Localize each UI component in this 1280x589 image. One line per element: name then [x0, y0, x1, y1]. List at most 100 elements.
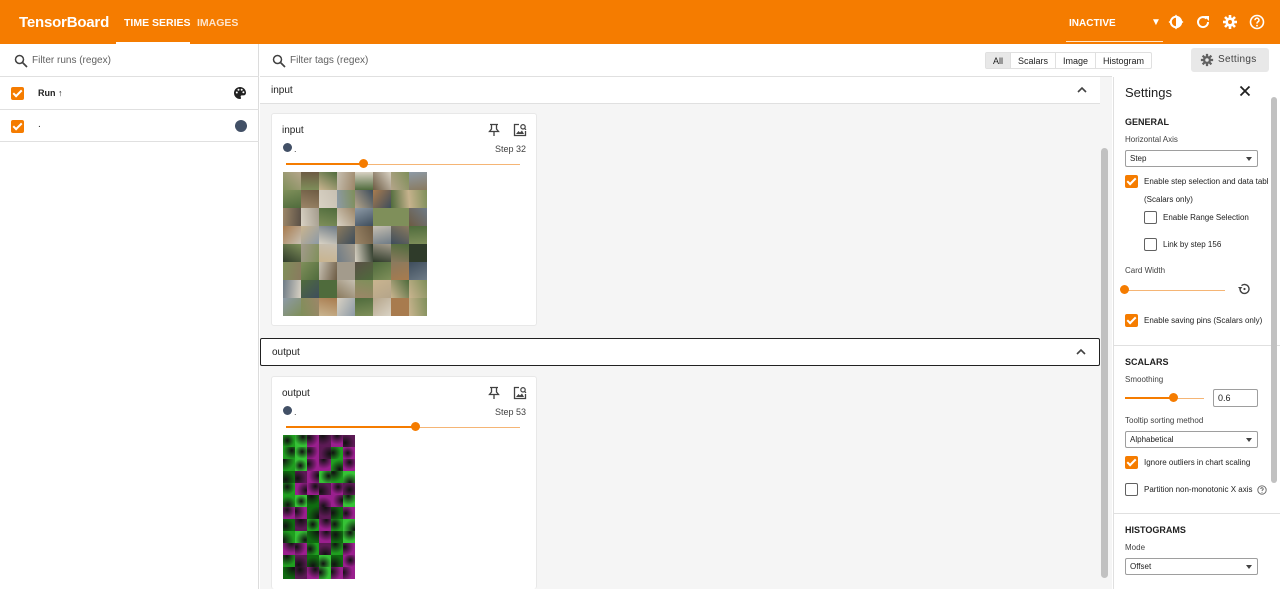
run-column-header[interactable]: Run ↑	[38, 88, 63, 98]
tab-images[interactable]: IMAGES	[197, 17, 238, 29]
image-thumbnail	[409, 172, 427, 190]
run-row[interactable]: .	[0, 110, 259, 142]
settings-scrollbar[interactable]	[1271, 97, 1277, 483]
image-thumbnail	[301, 208, 319, 226]
plugin-status-select[interactable]: INACTIVE	[1069, 18, 1116, 29]
dropdown-arrow-icon	[1246, 438, 1252, 442]
feature-map-thumbnail	[307, 435, 319, 447]
link-by-step-checkbox[interactable]	[1144, 238, 1157, 251]
feature-map-thumbnail	[331, 555, 343, 567]
step-slider-knob[interactable]	[359, 159, 368, 168]
help-icon[interactable]	[1257, 485, 1267, 495]
image-thumbnail	[319, 226, 337, 244]
feature-map-thumbnail	[295, 543, 307, 555]
filter-all-button[interactable]: All	[986, 53, 1011, 68]
feature-map-thumbnail	[343, 495, 355, 507]
card-step-label: Step 32	[494, 144, 526, 154]
horizontal-axis-select[interactable]: Step	[1125, 150, 1258, 167]
search-icon	[272, 54, 286, 68]
card-width-slider-track[interactable]	[1125, 290, 1225, 291]
image-thumbnail	[391, 244, 409, 262]
feature-map-thumbnail	[307, 471, 319, 483]
run-name: .	[38, 119, 41, 130]
gear-icon[interactable]	[1222, 14, 1238, 30]
feature-map-thumbnail	[283, 531, 295, 543]
feature-map-thumbnail	[331, 531, 343, 543]
feature-map-thumbnail	[331, 567, 343, 579]
image-sample-input[interactable]	[283, 172, 427, 316]
smoothing-label: Smoothing	[1125, 375, 1164, 384]
feature-map-thumbnail	[295, 447, 307, 459]
group-header-output[interactable]: output	[260, 338, 1100, 366]
feature-map-thumbnail	[295, 459, 307, 471]
histogram-mode-select[interactable]: Offset	[1125, 558, 1258, 575]
image-thumbnail	[373, 190, 391, 208]
smoothing-slider-knob[interactable]	[1169, 393, 1178, 402]
image-thumbnail	[337, 226, 355, 244]
feature-map-thumbnail	[343, 435, 355, 447]
run-color-dot	[283, 143, 292, 152]
feature-map-thumbnail	[283, 519, 295, 531]
reload-icon[interactable]	[1195, 14, 1211, 30]
feature-map-thumbnail	[319, 519, 331, 531]
tab-time-series[interactable]: TIME SERIES	[124, 17, 191, 29]
chevron-down-icon[interactable]: ▼	[1151, 17, 1161, 28]
group-header-input[interactable]: input	[260, 77, 1100, 104]
enable-step-selection-checkbox[interactable]	[1125, 175, 1138, 188]
image-thumbnail	[301, 190, 319, 208]
run-color-swatch[interactable]	[235, 120, 247, 132]
image-search-icon[interactable]	[513, 123, 527, 137]
feature-map-thumbnail	[307, 519, 319, 531]
section-heading-histograms: HISTOGRAMS	[1125, 525, 1186, 535]
palette-icon[interactable]	[233, 86, 247, 100]
image-sample-output[interactable]	[283, 435, 355, 579]
filter-image-button[interactable]: Image	[1055, 53, 1095, 68]
feature-map-thumbnail	[331, 543, 343, 555]
smoothing-input[interactable]: 0.6	[1213, 389, 1258, 407]
help-icon[interactable]	[1249, 14, 1265, 30]
settings-title: Settings	[1125, 85, 1172, 100]
card-width-slider-knob[interactable]	[1120, 285, 1129, 294]
step-slider-knob[interactable]	[411, 422, 420, 431]
partition-x-axis-checkbox[interactable]	[1125, 483, 1138, 496]
image-thumbnail	[355, 208, 373, 226]
pin-icon[interactable]	[487, 123, 501, 137]
feature-map-thumbnail	[331, 459, 343, 471]
filter-scalars-button[interactable]: Scalars	[1010, 53, 1055, 68]
tooltip-sort-select[interactable]: Alphabetical	[1125, 431, 1258, 448]
tag-filter-input[interactable]: Filter tags (regex)	[290, 55, 368, 66]
pin-icon[interactable]	[487, 386, 501, 400]
feature-map-thumbnail	[283, 567, 295, 579]
image-thumbnail	[355, 244, 373, 262]
image-thumbnail	[283, 298, 301, 316]
runs-filter-input[interactable]: Filter runs (regex)	[32, 55, 111, 66]
chevron-up-icon[interactable]	[1077, 86, 1087, 94]
image-thumbnail	[373, 280, 391, 298]
reset-icon[interactable]	[1237, 282, 1251, 296]
feature-map-thumbnail	[343, 555, 355, 567]
image-thumbnail	[319, 298, 337, 316]
filter-histogram-button[interactable]: Histogram	[1095, 53, 1151, 68]
enable-saving-pins-checkbox[interactable]	[1125, 314, 1138, 327]
settings-button[interactable]: Settings	[1191, 48, 1269, 72]
dark-mode-icon[interactable]	[1168, 14, 1184, 30]
enable-range-selection-checkbox[interactable]	[1144, 211, 1157, 224]
image-thumbnail	[409, 190, 427, 208]
feature-map-thumbnail	[331, 519, 343, 531]
image-thumbnail	[355, 298, 373, 316]
chevron-up-icon[interactable]	[1076, 348, 1086, 356]
run-checkbox[interactable]	[11, 120, 24, 133]
ignore-outliers-label: Ignore outliers in chart scaling	[1144, 458, 1251, 467]
enable-range-selection-label: Enable Range Selection	[1163, 213, 1249, 222]
ignore-outliers-checkbox[interactable]	[1125, 456, 1138, 469]
image-thumbnail	[283, 208, 301, 226]
image-search-icon[interactable]	[513, 386, 527, 400]
divider	[1114, 513, 1280, 514]
dropdown-arrow-icon	[1246, 157, 1252, 161]
image-thumbnail	[391, 172, 409, 190]
select-all-runs-checkbox[interactable]	[11, 87, 24, 100]
image-thumbnail	[391, 280, 409, 298]
feature-map-thumbnail	[331, 435, 343, 447]
main-scrollbar[interactable]	[1101, 148, 1108, 578]
close-icon[interactable]	[1239, 85, 1251, 97]
